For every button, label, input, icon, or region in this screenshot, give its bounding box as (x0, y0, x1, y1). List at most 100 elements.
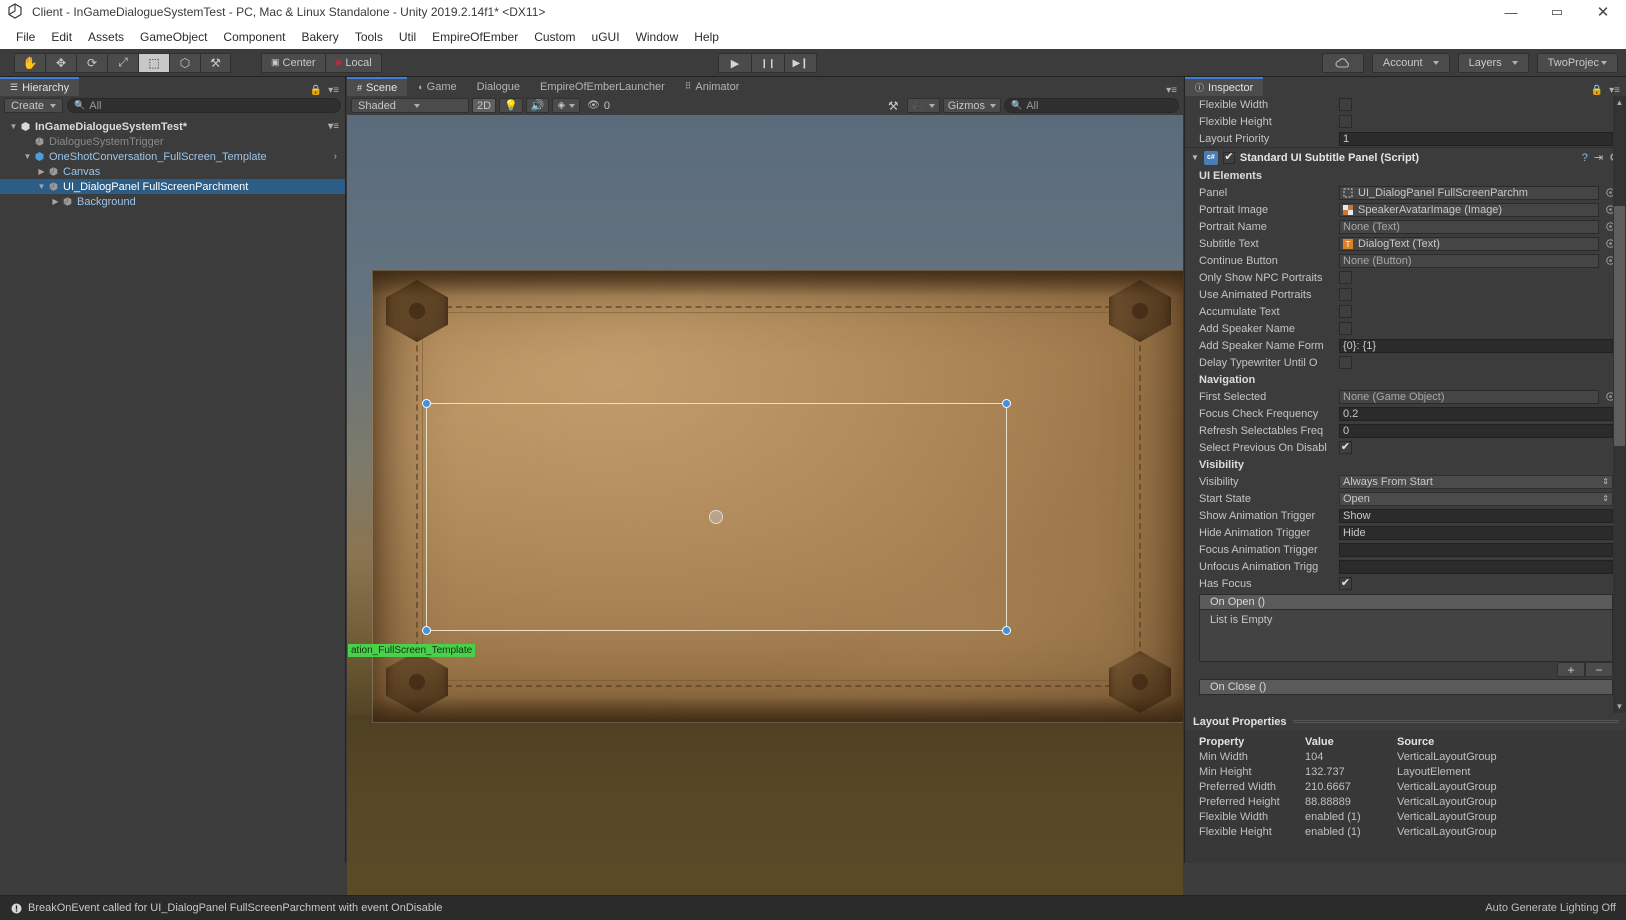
hidden-objects-toggle[interactable]: 👁 0 (583, 98, 614, 113)
tab-scene[interactable]: # Scene (347, 77, 408, 96)
pivot-mode-button[interactable]: ▣ Center (261, 52, 325, 73)
property-text-input[interactable] (1339, 559, 1613, 574)
hierarchy-item[interactable]: ▼ InGameDialogueSystemTest* ▾≡ (0, 119, 345, 134)
hierarchy-item[interactable]: ▼ OneShotConversation_FullScreen_Template… (0, 149, 345, 164)
property-dropdown[interactable]: Open ⇕ (1339, 491, 1613, 506)
tab-game[interactable]: ◖ Game (407, 77, 467, 96)
resize-handle-top-left[interactable] (422, 399, 431, 408)
inspector-scrollbar[interactable]: ▲ ▼ (1613, 96, 1626, 713)
event-list-header[interactable]: On Open () (1199, 594, 1613, 610)
component-header[interactable]: ▼ c# Standard UI Subtitle Panel (Script)? ⇥… (1185, 147, 1626, 167)
property-text-input[interactable]: 0 (1339, 423, 1613, 438)
menu-tools[interactable]: Tools (347, 28, 391, 46)
property-checkbox[interactable] (1339, 356, 1352, 369)
lock-icon[interactable]: 🔒 (1591, 85, 1603, 96)
property-text-input[interactable]: {0}: {1} (1339, 338, 1613, 353)
expand-arrow-closed-icon[interactable]: ▶ (50, 197, 61, 206)
inspector-scroll-thumb[interactable] (1614, 206, 1625, 446)
property-text-input[interactable]: 0.2 (1339, 406, 1613, 421)
property-text-input[interactable]: 1 (1339, 131, 1613, 146)
resize-handle-bottom-left[interactable] (422, 626, 431, 635)
scale-tool-icon[interactable]: ⤢ (107, 52, 138, 73)
lock-icon[interactable]: 🔒 (310, 85, 322, 96)
scroll-down-arrow[interactable]: ▼ (1614, 700, 1625, 713)
rotate-tool-icon[interactable]: ⟳ (76, 52, 107, 73)
menu-empireofember[interactable]: EmpireOfEmber (424, 28, 526, 46)
step-button[interactable]: ▶❙ (784, 53, 817, 73)
play-button[interactable]: ▶ (718, 53, 751, 73)
menu-component[interactable]: Component (215, 28, 293, 46)
object-field[interactable]: UI_DialogPanel FullScreenParchm (1339, 185, 1599, 200)
light-bulb-icon[interactable]: 💡 (499, 98, 523, 113)
menu-assets[interactable]: Assets (80, 28, 132, 46)
custom-tool-icon[interactable]: ⚒ (200, 52, 231, 73)
tab-animator[interactable]: ⠿ Animator (674, 77, 750, 96)
property-checkbox[interactable] (1339, 98, 1352, 111)
object-field[interactable]: T DialogText (Text) (1339, 236, 1599, 251)
event-list-header[interactable]: On Close () (1199, 679, 1613, 695)
menu-edit[interactable]: Edit (43, 28, 80, 46)
menu-window[interactable]: Window (628, 28, 687, 46)
account-button[interactable]: Account (1371, 53, 1450, 73)
minimize-button[interactable]: — (1488, 0, 1534, 24)
camera-icon[interactable]: 🎥 (907, 98, 940, 113)
expand-arrow-open-icon[interactable]: ▼ (36, 182, 47, 191)
rect-tool-icon[interactable]: ⬚ (138, 52, 169, 73)
effects-icon[interactable]: ◈ (552, 98, 581, 113)
menu-help[interactable]: Help (686, 28, 727, 46)
layout-button[interactable]: TwoProjec (1536, 53, 1618, 73)
property-dropdown[interactable]: Always From Start ⇕ (1339, 474, 1613, 489)
resize-handle-bottom-right[interactable] (1002, 626, 1011, 635)
hierarchy-item[interactable]: ▶ Background (0, 194, 345, 209)
object-field[interactable]: None (Game Object) (1339, 389, 1599, 404)
inspector-menu-icon[interactable]: ▾≡ (1609, 85, 1620, 96)
object-field[interactable]: None (Button) (1339, 253, 1599, 268)
expand-arrow-closed-icon[interactable]: ▶ (36, 167, 47, 176)
speaker-icon[interactable]: 🔊 (525, 98, 550, 113)
component-enabled-checkbox[interactable] (1222, 151, 1235, 164)
status-bar[interactable]: BreakOnEvent called for UI_DialogPanel F… (0, 895, 1626, 920)
expand-arrow-open-icon[interactable]: ▼ (8, 122, 19, 131)
hierarchy-menu-icon[interactable]: ▾≡ (328, 85, 339, 96)
object-field[interactable]: SpeakerAvatarImage (Image) (1339, 202, 1599, 217)
move-tool-icon[interactable]: ✥ (45, 52, 76, 73)
pivot-rotation-button[interactable]: ◉ Local (324, 52, 382, 73)
property-checkbox[interactable] (1339, 271, 1352, 284)
layers-button[interactable]: Layers (1457, 53, 1529, 73)
hierarchy-search-input[interactable]: 🔍 All (67, 98, 341, 113)
pause-button[interactable]: ❙❙ (751, 53, 784, 73)
property-text-input[interactable]: Hide (1339, 525, 1613, 540)
remove-event-button[interactable]: − (1585, 662, 1613, 677)
menu-custom[interactable]: Custom (526, 28, 583, 46)
prefab-open-arrow-icon[interactable]: › (334, 151, 345, 162)
component-foldout-icon[interactable]: ▼ (1191, 153, 1199, 162)
preset-icon[interactable]: ⇥ (1594, 151, 1603, 164)
tab-hierarchy[interactable]: ☰ Hierarchy (0, 77, 80, 96)
cloud-icon[interactable] (1321, 53, 1364, 73)
property-checkbox[interactable] (1339, 288, 1352, 301)
gizmos-button[interactable]: Gizmos (942, 98, 1001, 113)
property-checkbox[interactable] (1339, 305, 1352, 318)
property-text-input[interactable] (1339, 542, 1613, 557)
tab-dialogue[interactable]: Dialogue (466, 77, 531, 96)
tools-icon[interactable]: ⚒ (882, 98, 904, 113)
menu-bakery[interactable]: Bakery (293, 28, 346, 46)
menu-file[interactable]: File (8, 28, 43, 46)
property-checkbox[interactable] (1339, 441, 1352, 454)
property-text-input[interactable]: Show (1339, 508, 1613, 523)
scene-viewport[interactable]: ation_FullScreen_Template (347, 115, 1183, 882)
property-checkbox[interactable] (1339, 115, 1352, 128)
menu-util[interactable]: Util (391, 28, 424, 46)
hierarchy-item[interactable]: ▼ UI_DialogPanel FullScreenParchment (0, 179, 345, 194)
tab-empireofemberlauncher[interactable]: EmpireOfEmberLauncher (530, 77, 675, 96)
hierarchy-item[interactable]: DialogueSystemTrigger (0, 134, 345, 149)
draw-mode-dropdown[interactable]: Shaded (351, 98, 469, 113)
tab-inspector[interactable]: ⓘ Inspector (1185, 77, 1264, 96)
resize-handle-top-right[interactable] (1002, 399, 1011, 408)
close-button[interactable]: ✕ (1580, 0, 1626, 24)
hierarchy-item[interactable]: ▶ Canvas (0, 164, 345, 179)
scene-search-input[interactable]: 🔍 All (1004, 98, 1179, 113)
object-field[interactable]: None (Text) (1339, 219, 1599, 234)
property-checkbox[interactable] (1339, 577, 1352, 590)
pivot-handle[interactable] (709, 510, 723, 524)
